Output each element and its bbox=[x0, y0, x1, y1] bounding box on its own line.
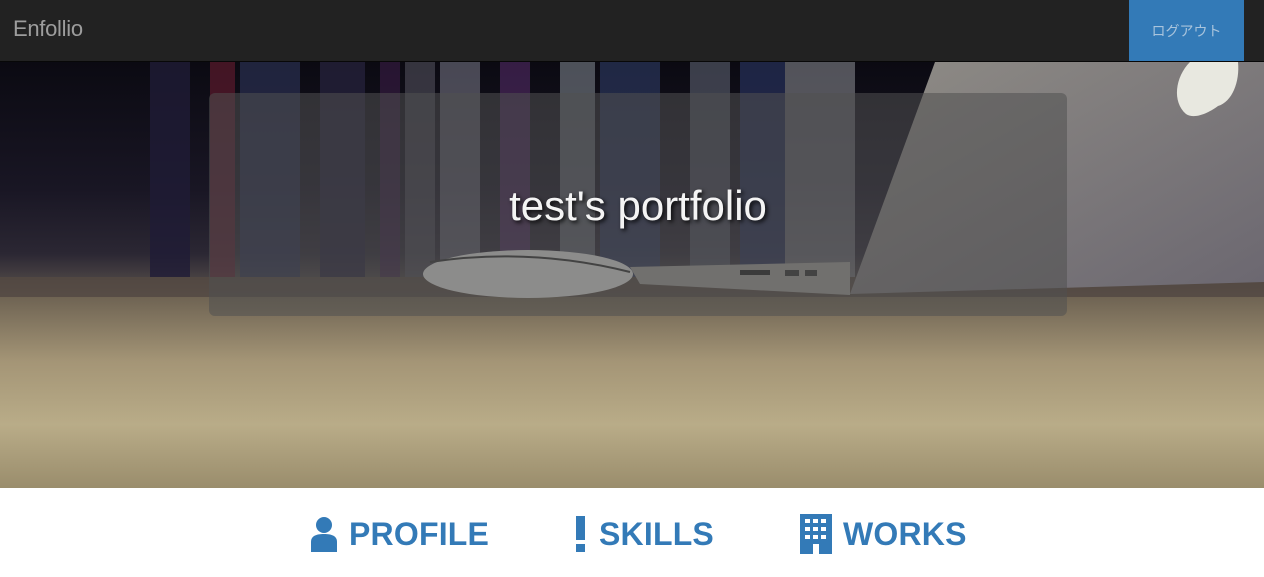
building-icon bbox=[799, 514, 833, 554]
tab-profile[interactable]: PROFILE bbox=[309, 514, 489, 554]
brand-link[interactable]: Enfollio bbox=[13, 16, 83, 42]
tab-profile-label: PROFILE bbox=[349, 515, 490, 552]
tab-works-label: WORKS bbox=[843, 515, 967, 552]
user-icon bbox=[309, 516, 339, 552]
logout-button[interactable]: ログアウト bbox=[1129, 0, 1244, 61]
tab-skills[interactable]: SKILLS bbox=[573, 514, 714, 554]
hero-banner: test's portfolio bbox=[0, 62, 1264, 488]
hero-title: test's portfolio bbox=[509, 182, 767, 229]
top-navbar: Enfollio ログアウト bbox=[0, 0, 1264, 62]
tab-skills-label: SKILLS bbox=[599, 515, 714, 552]
exclamation-icon bbox=[573, 516, 589, 552]
hero-title-box: test's portfolio bbox=[209, 93, 1067, 316]
tab-works[interactable]: WORKS bbox=[799, 514, 967, 554]
section-nav: PROFILE SKILLS WORKS bbox=[0, 488, 1264, 577]
